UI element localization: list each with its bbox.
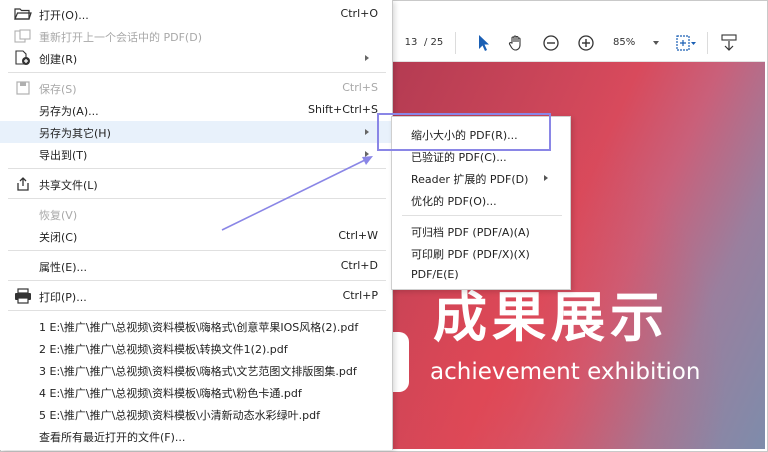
- annotation-arrow-icon: [221, 156, 373, 231]
